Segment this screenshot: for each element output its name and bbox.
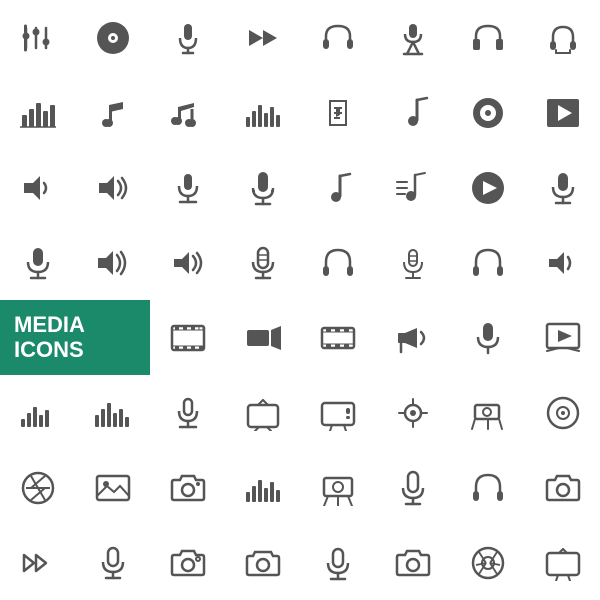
mic-stand-icon — [375, 0, 450, 75]
headphones-icon-3 — [525, 0, 600, 75]
volume-low-icon — [0, 150, 75, 225]
skip-forward-icon — [0, 525, 75, 600]
tv-retro-icon — [225, 375, 300, 450]
fast-forward-icon — [225, 0, 300, 75]
tv-outline-icon — [525, 525, 600, 600]
equalizer-bars-2-icon — [225, 450, 300, 525]
mic-vintage-icon — [225, 225, 300, 300]
megaphone-icon — [375, 300, 450, 375]
lens-aperture-icon — [450, 525, 525, 600]
music-note-lines-icon — [375, 150, 450, 225]
music-note-icon-1 — [75, 75, 150, 150]
mic-podcast-icon — [225, 150, 300, 225]
vinyl-disc-icon — [75, 0, 150, 75]
mic-bottom-icon — [375, 450, 450, 525]
aperture-icon — [0, 450, 75, 525]
audio-bars-icon-1 — [0, 375, 75, 450]
audio-bars-icon-2 — [75, 375, 150, 450]
video-play-icon — [525, 75, 600, 150]
headphones-icon-5 — [450, 225, 525, 300]
video-camera-icon — [225, 300, 300, 375]
mic-icon-row5 — [450, 300, 525, 375]
mic-icon-sm — [525, 150, 600, 225]
music-note-sheet-icon — [300, 75, 375, 150]
cd-disc-icon — [450, 75, 525, 150]
camera-outline-1-icon — [150, 525, 225, 600]
camera-icon — [150, 450, 225, 525]
headphones-icon-6 — [450, 450, 525, 525]
icon-grid: MEDIA ICONS — [0, 0, 600, 600]
equalizer-bars-icon — [225, 75, 300, 150]
music-note-icon-2 — [375, 75, 450, 150]
film-strip-icon — [150, 300, 225, 375]
camera-2-icon — [525, 450, 600, 525]
mic-line-icon — [150, 375, 225, 450]
vinyl-disc-2-icon — [525, 375, 600, 450]
headphones-icon-1 — [300, 0, 375, 75]
volume-icon-small — [525, 225, 600, 300]
media-icons-label: MEDIA ICONS — [0, 300, 150, 375]
tv-monitor-icon — [300, 375, 375, 450]
volume-high-icon — [75, 150, 150, 225]
video-play-window-icon — [525, 300, 600, 375]
camera-video-icon — [375, 375, 450, 450]
equalizer-icon — [0, 0, 75, 75]
video-tripod-icon — [300, 450, 375, 525]
mic-circle-icon — [375, 225, 450, 300]
microphone-icon — [150, 0, 225, 75]
mic-desk-icon — [150, 150, 225, 225]
play-circle-icon — [450, 150, 525, 225]
music-note-icon-3 — [300, 150, 375, 225]
tripod-camera-icon — [450, 375, 525, 450]
headphones-icon-4 — [300, 225, 375, 300]
volume-max-icon — [75, 225, 150, 300]
headphones-icon-2 — [450, 0, 525, 75]
mic-icon-row4 — [0, 225, 75, 300]
music-notes-icon — [150, 75, 225, 150]
volume-full-icon — [150, 225, 225, 300]
film-reel-icon — [300, 300, 375, 375]
image-icon — [75, 450, 150, 525]
camera-outline-3-icon — [375, 525, 450, 600]
mic-outline-icon — [75, 525, 150, 600]
mic-icon-last — [300, 525, 375, 600]
bar-chart-icon — [0, 75, 75, 150]
camera-outline-2-icon — [225, 525, 300, 600]
